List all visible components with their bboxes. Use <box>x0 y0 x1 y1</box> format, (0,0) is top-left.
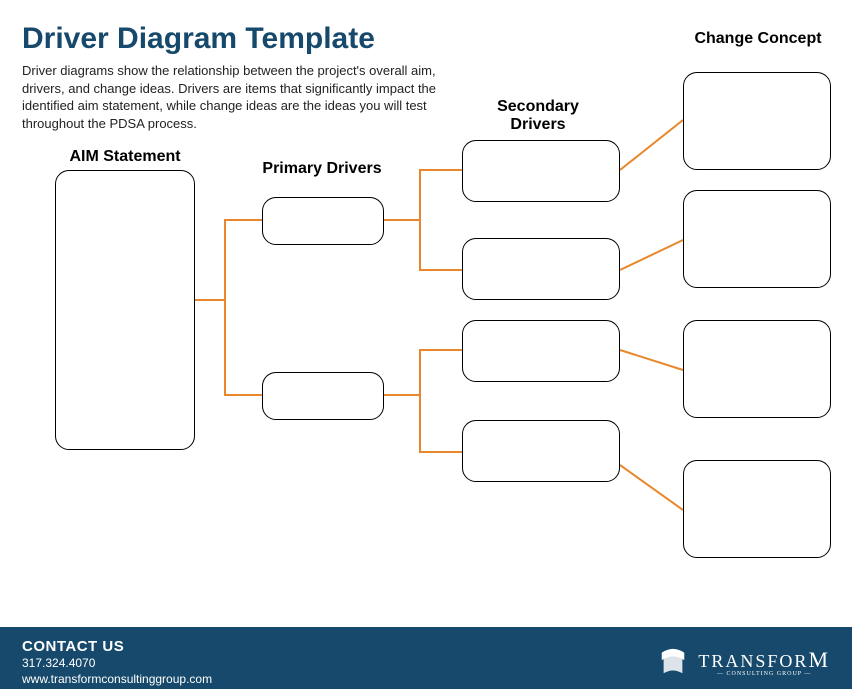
brand-sub: — CONSULTING GROUP — <box>698 671 830 677</box>
change-concept-box-4 <box>683 460 831 558</box>
primary-driver-box-1 <box>262 197 384 245</box>
column-label-primary: Primary Drivers <box>262 160 382 178</box>
secondary-driver-box-3 <box>462 320 620 382</box>
column-label-change: Change Concept <box>688 30 828 48</box>
brand-main: TRANSFOR <box>698 651 808 671</box>
column-label-secondary: Secondary Drivers <box>468 98 608 134</box>
brand-logo: TRANSFORM — CONSULTING GROUP — <box>658 647 830 677</box>
contact-title: CONTACT US <box>22 637 212 657</box>
contact-website: www.transformconsultinggroup.com <box>22 672 212 688</box>
contact-block: CONTACT US 317.324.4070 www.transformcon… <box>22 637 212 688</box>
driver-diagram-page: Driver Diagram Template Driver diagrams … <box>0 0 852 689</box>
page-title: Driver Diagram Template <box>22 22 375 56</box>
secondary-driver-box-4 <box>462 420 620 482</box>
contact-phone: 317.324.4070 <box>22 656 212 672</box>
logo-text: TRANSFORM — CONSULTING GROUP — <box>698 647 830 677</box>
column-label-aim: AIM Statement <box>55 148 195 166</box>
change-concept-box-3 <box>683 320 831 418</box>
brand-m: M <box>808 647 830 672</box>
secondary-driver-box-2 <box>462 238 620 300</box>
aim-statement-box <box>55 170 195 450</box>
logo-mark-icon <box>658 647 688 677</box>
change-concept-box-1 <box>683 72 831 170</box>
primary-driver-box-2 <box>262 372 384 420</box>
secondary-driver-box-1 <box>462 140 620 202</box>
change-concept-box-2 <box>683 190 831 288</box>
footer: CONTACT US 317.324.4070 www.transformcon… <box>0 627 852 689</box>
page-subtitle: Driver diagrams show the relationship be… <box>22 62 462 132</box>
